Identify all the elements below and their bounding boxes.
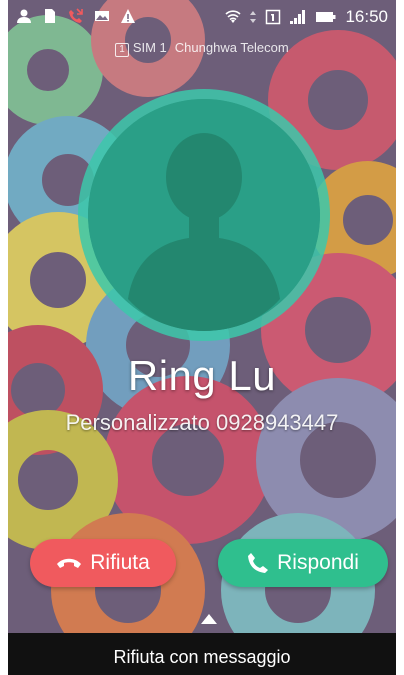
answer-call-button[interactable]: Rispondi — [218, 539, 388, 587]
signal-icon — [290, 10, 306, 24]
contact-icon — [17, 9, 31, 23]
data-arrows-icon — [250, 11, 257, 23]
wifi-icon — [225, 10, 242, 23]
sim1-indicator-icon — [266, 9, 281, 25]
hang-up-icon — [57, 558, 82, 568]
battery-icon — [316, 12, 336, 22]
missed-call-icon — [69, 8, 83, 23]
operator-name: Chunghwa Telecom — [174, 40, 289, 55]
incoming-call-screen: 16:50 1 SIM 1 Chunghwa Telecom Ring Lu Per… — [8, 0, 396, 675]
screen: 16:50 1 SIM 1 Chunghwa Telecom Ring Lu Per… — [8, 0, 396, 633]
sim-card-icon — [45, 9, 55, 23]
reject-call-button[interactable]: Rifiuta — [30, 539, 176, 587]
answer-call-label: Rispondi — [277, 551, 359, 574]
phone-icon — [248, 553, 269, 573]
reject-with-message-button[interactable]: Rifiuta con messaggio — [8, 633, 396, 675]
carrier-info: 1 SIM 1 Chunghwa Telecom — [8, 40, 396, 57]
person-silhouette-icon — [88, 99, 320, 331]
warning-icon — [121, 9, 135, 23]
reject-call-label: Rifiuta — [90, 551, 150, 574]
image-icon — [95, 11, 109, 21]
expand-up-arrow-icon[interactable] — [201, 614, 217, 624]
sim-index-badge: 1 — [115, 43, 129, 57]
status-time: 16:50 — [345, 7, 388, 26]
sim-label: SIM 1 — [132, 40, 167, 55]
caller-avatar — [88, 99, 320, 331]
caller-number: Personalizzato 0928943447 — [65, 410, 339, 435]
caller-name: Ring Lu — [127, 352, 277, 399]
status-bar: 16:50 — [8, 0, 396, 34]
